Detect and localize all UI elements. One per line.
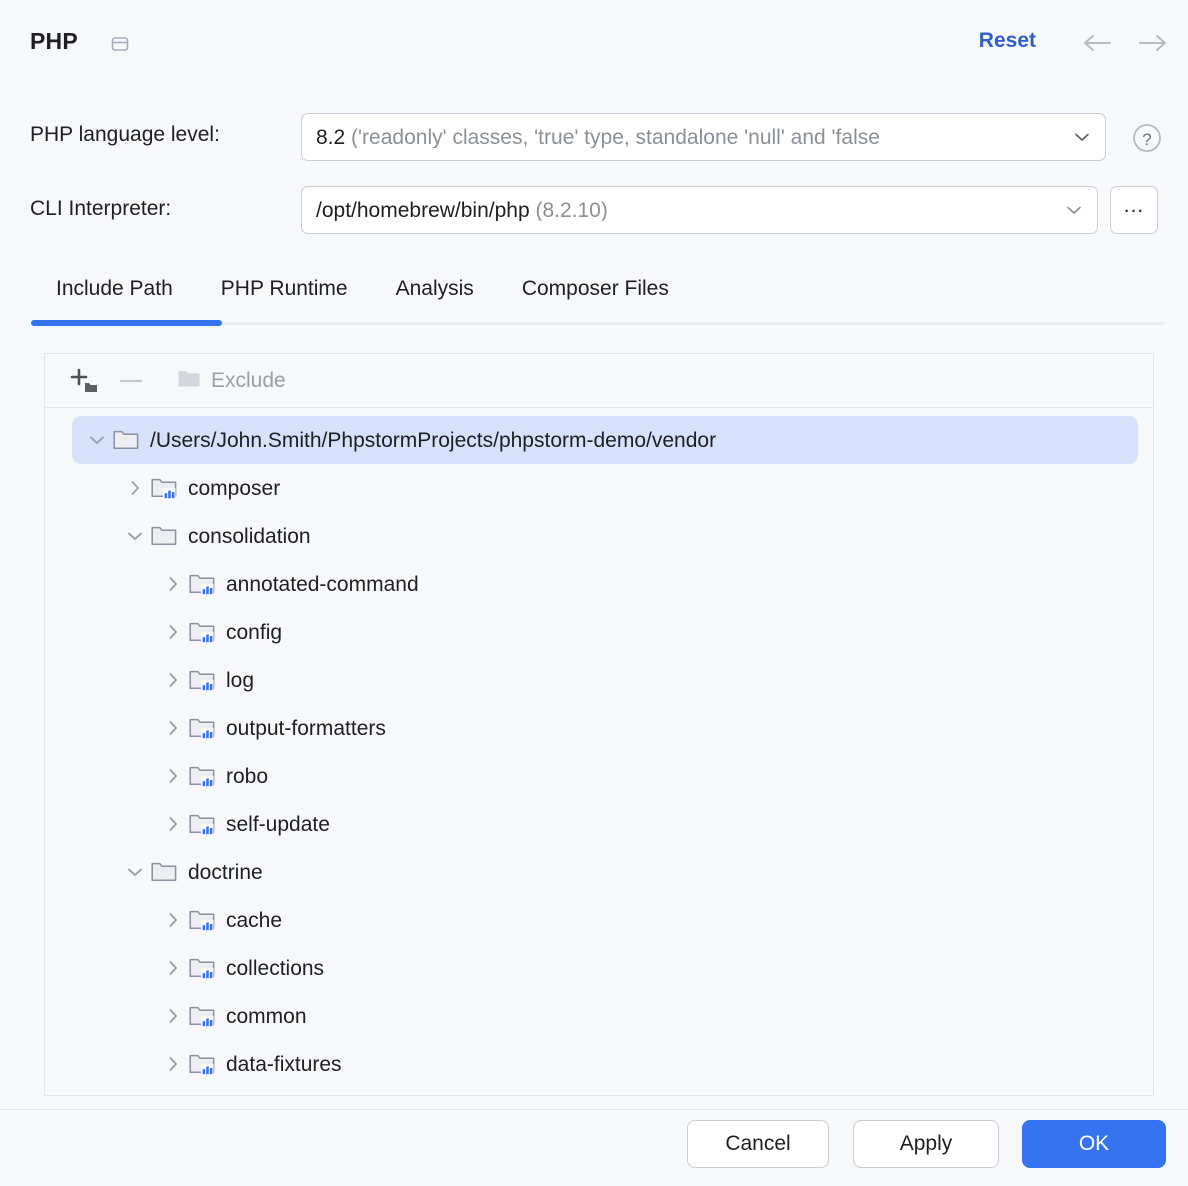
- tree-row[interactable]: doctrine: [45, 848, 1153, 896]
- tree-row[interactable]: collections: [45, 944, 1153, 992]
- tree-row[interactable]: composer: [45, 464, 1153, 512]
- folder-library-icon: [188, 1050, 216, 1078]
- tree-row[interactable]: cache: [45, 896, 1153, 944]
- cli-interpreter-browse-button[interactable]: ...: [1110, 186, 1158, 234]
- chevron-right-icon[interactable]: [120, 473, 150, 503]
- folder-library-icon: [188, 570, 216, 598]
- tab-php-runtime[interactable]: PHP Runtime: [197, 266, 372, 312]
- tabstrip: Include Path PHP Runtime Analysis Compos…: [31, 266, 693, 312]
- navigation-arrows: [1080, 30, 1170, 56]
- tree-row-label: self-update: [226, 812, 330, 836]
- folder-library-icon: [188, 762, 216, 790]
- ok-button[interactable]: OK: [1022, 1120, 1166, 1168]
- cli-interpreter-value: /opt/homebrew/bin/php (8.2.10): [316, 200, 1057, 221]
- arrow-left-icon[interactable]: [1080, 30, 1114, 56]
- folder-library-icon: [188, 954, 216, 982]
- tab-include-path[interactable]: Include Path: [31, 266, 197, 312]
- tree-row[interactable]: annotated-command: [45, 560, 1153, 608]
- chevron-down-icon[interactable]: [82, 425, 112, 455]
- tree-row-label: robo: [226, 764, 269, 788]
- tree-row-label: common: [226, 1004, 307, 1028]
- chevron-right-icon[interactable]: [158, 713, 188, 743]
- apply-button[interactable]: Apply: [853, 1120, 999, 1168]
- tree-row-label: /Users/John.Smith/PhpstormProjects/phpst…: [150, 428, 717, 452]
- add-folder-icon[interactable]: [62, 361, 108, 401]
- tree-row-label: collections: [226, 956, 325, 980]
- tab-analysis[interactable]: Analysis: [372, 266, 498, 312]
- chevron-down-icon[interactable]: [1071, 126, 1093, 148]
- tree-row-label: log: [226, 668, 255, 692]
- exclude-button: Exclude: [170, 361, 292, 401]
- tree-toolbar: Exclude: [45, 354, 1153, 408]
- tree-row[interactable]: log: [45, 656, 1153, 704]
- chevron-right-icon[interactable]: [158, 809, 188, 839]
- chevron-right-icon[interactable]: [158, 953, 188, 983]
- exclude-label: Exclude: [211, 368, 286, 392]
- page-title: PHP: [30, 28, 78, 54]
- folder-library-icon: [188, 618, 216, 646]
- chevron-right-icon[interactable]: [158, 617, 188, 647]
- php-language-level-version: 8.2: [316, 126, 346, 148]
- php-language-level-label: PHP language level:: [30, 123, 220, 146]
- tree-row[interactable]: data-fixtures: [45, 1040, 1153, 1088]
- chevron-right-icon[interactable]: [158, 1001, 188, 1031]
- php-language-level-value: 8.2 ('readonly' classes, 'true' type, st…: [316, 127, 1065, 148]
- svg-text:?: ?: [1142, 130, 1151, 149]
- tree-row[interactable]: output-formatters: [45, 704, 1153, 752]
- chevron-right-icon[interactable]: [158, 761, 188, 791]
- tree-row-label: doctrine: [188, 860, 263, 884]
- tree-row[interactable]: robo: [45, 752, 1153, 800]
- dialog-footer: [0, 1110, 1188, 1186]
- chevron-right-icon[interactable]: [158, 905, 188, 935]
- php-language-level-select[interactable]: 8.2 ('readonly' classes, 'true' type, st…: [301, 113, 1106, 161]
- folder-library-icon: [188, 810, 216, 838]
- window-panel-icon: [109, 33, 131, 55]
- folder-library-icon: [188, 906, 216, 934]
- dialog-header: PHP Reset: [0, 0, 1188, 88]
- chevron-down-icon[interactable]: [120, 857, 150, 887]
- tree-row[interactable]: consolidation: [45, 512, 1153, 560]
- chevron-right-icon[interactable]: [158, 665, 188, 695]
- tree-row[interactable]: self-update: [45, 800, 1153, 848]
- chevron-down-icon[interactable]: [120, 521, 150, 551]
- arrow-right-icon[interactable]: [1136, 30, 1170, 56]
- folder-library-icon: [188, 1002, 216, 1030]
- chevron-down-icon[interactable]: [1063, 199, 1085, 221]
- tab-active-indicator: [31, 320, 222, 326]
- folder-library-icon: [188, 714, 216, 742]
- tree-row[interactable]: config: [45, 608, 1153, 656]
- tab-bar: Include Path PHP Runtime Analysis Compos…: [0, 266, 1188, 326]
- folder-icon: [176, 365, 202, 397]
- php-language-level-description: ('readonly' classes, 'true' type, standa…: [351, 126, 880, 148]
- tree-row[interactable]: common: [45, 992, 1153, 1040]
- folder-icon: [150, 858, 178, 886]
- tree-row-label: consolidation: [188, 524, 311, 548]
- chevron-right-icon[interactable]: [158, 1049, 188, 1079]
- minus-icon: [108, 361, 154, 401]
- tree-row-label: config: [226, 620, 283, 644]
- question-mark-icon[interactable]: ?: [1131, 122, 1163, 154]
- tree-row[interactable]: /Users/John.Smith/PhpstormProjects/phpst…: [72, 416, 1138, 464]
- cli-interpreter-path: /opt/homebrew/bin/php: [316, 199, 530, 221]
- folder-library-icon: [188, 666, 216, 694]
- tab-composer-files[interactable]: Composer Files: [498, 266, 693, 312]
- cli-interpreter-version: (8.2.10): [535, 199, 608, 221]
- tree-row-label: composer: [188, 476, 281, 500]
- cli-interpreter-select[interactable]: /opt/homebrew/bin/php (8.2.10): [301, 186, 1098, 234]
- folder-library-icon: [150, 474, 178, 502]
- cancel-button[interactable]: Cancel: [687, 1120, 829, 1168]
- tree-row-label: output-formatters: [226, 716, 386, 740]
- tree-row-label: data-fixtures: [226, 1052, 342, 1076]
- reset-button[interactable]: Reset: [979, 29, 1036, 53]
- tree-row-label: cache: [226, 908, 283, 932]
- chevron-right-icon[interactable]: [158, 569, 188, 599]
- include-path-tree[interactable]: /Users/John.Smith/PhpstormProjects/phpst…: [45, 408, 1153, 1095]
- include-path-panel: Exclude /Users/John.Smith/PhpstormProjec…: [44, 353, 1154, 1096]
- folder-icon: [112, 426, 140, 454]
- folder-icon: [150, 522, 178, 550]
- cli-interpreter-label: CLI Interpreter:: [30, 197, 172, 220]
- tree-row-label: annotated-command: [226, 572, 419, 596]
